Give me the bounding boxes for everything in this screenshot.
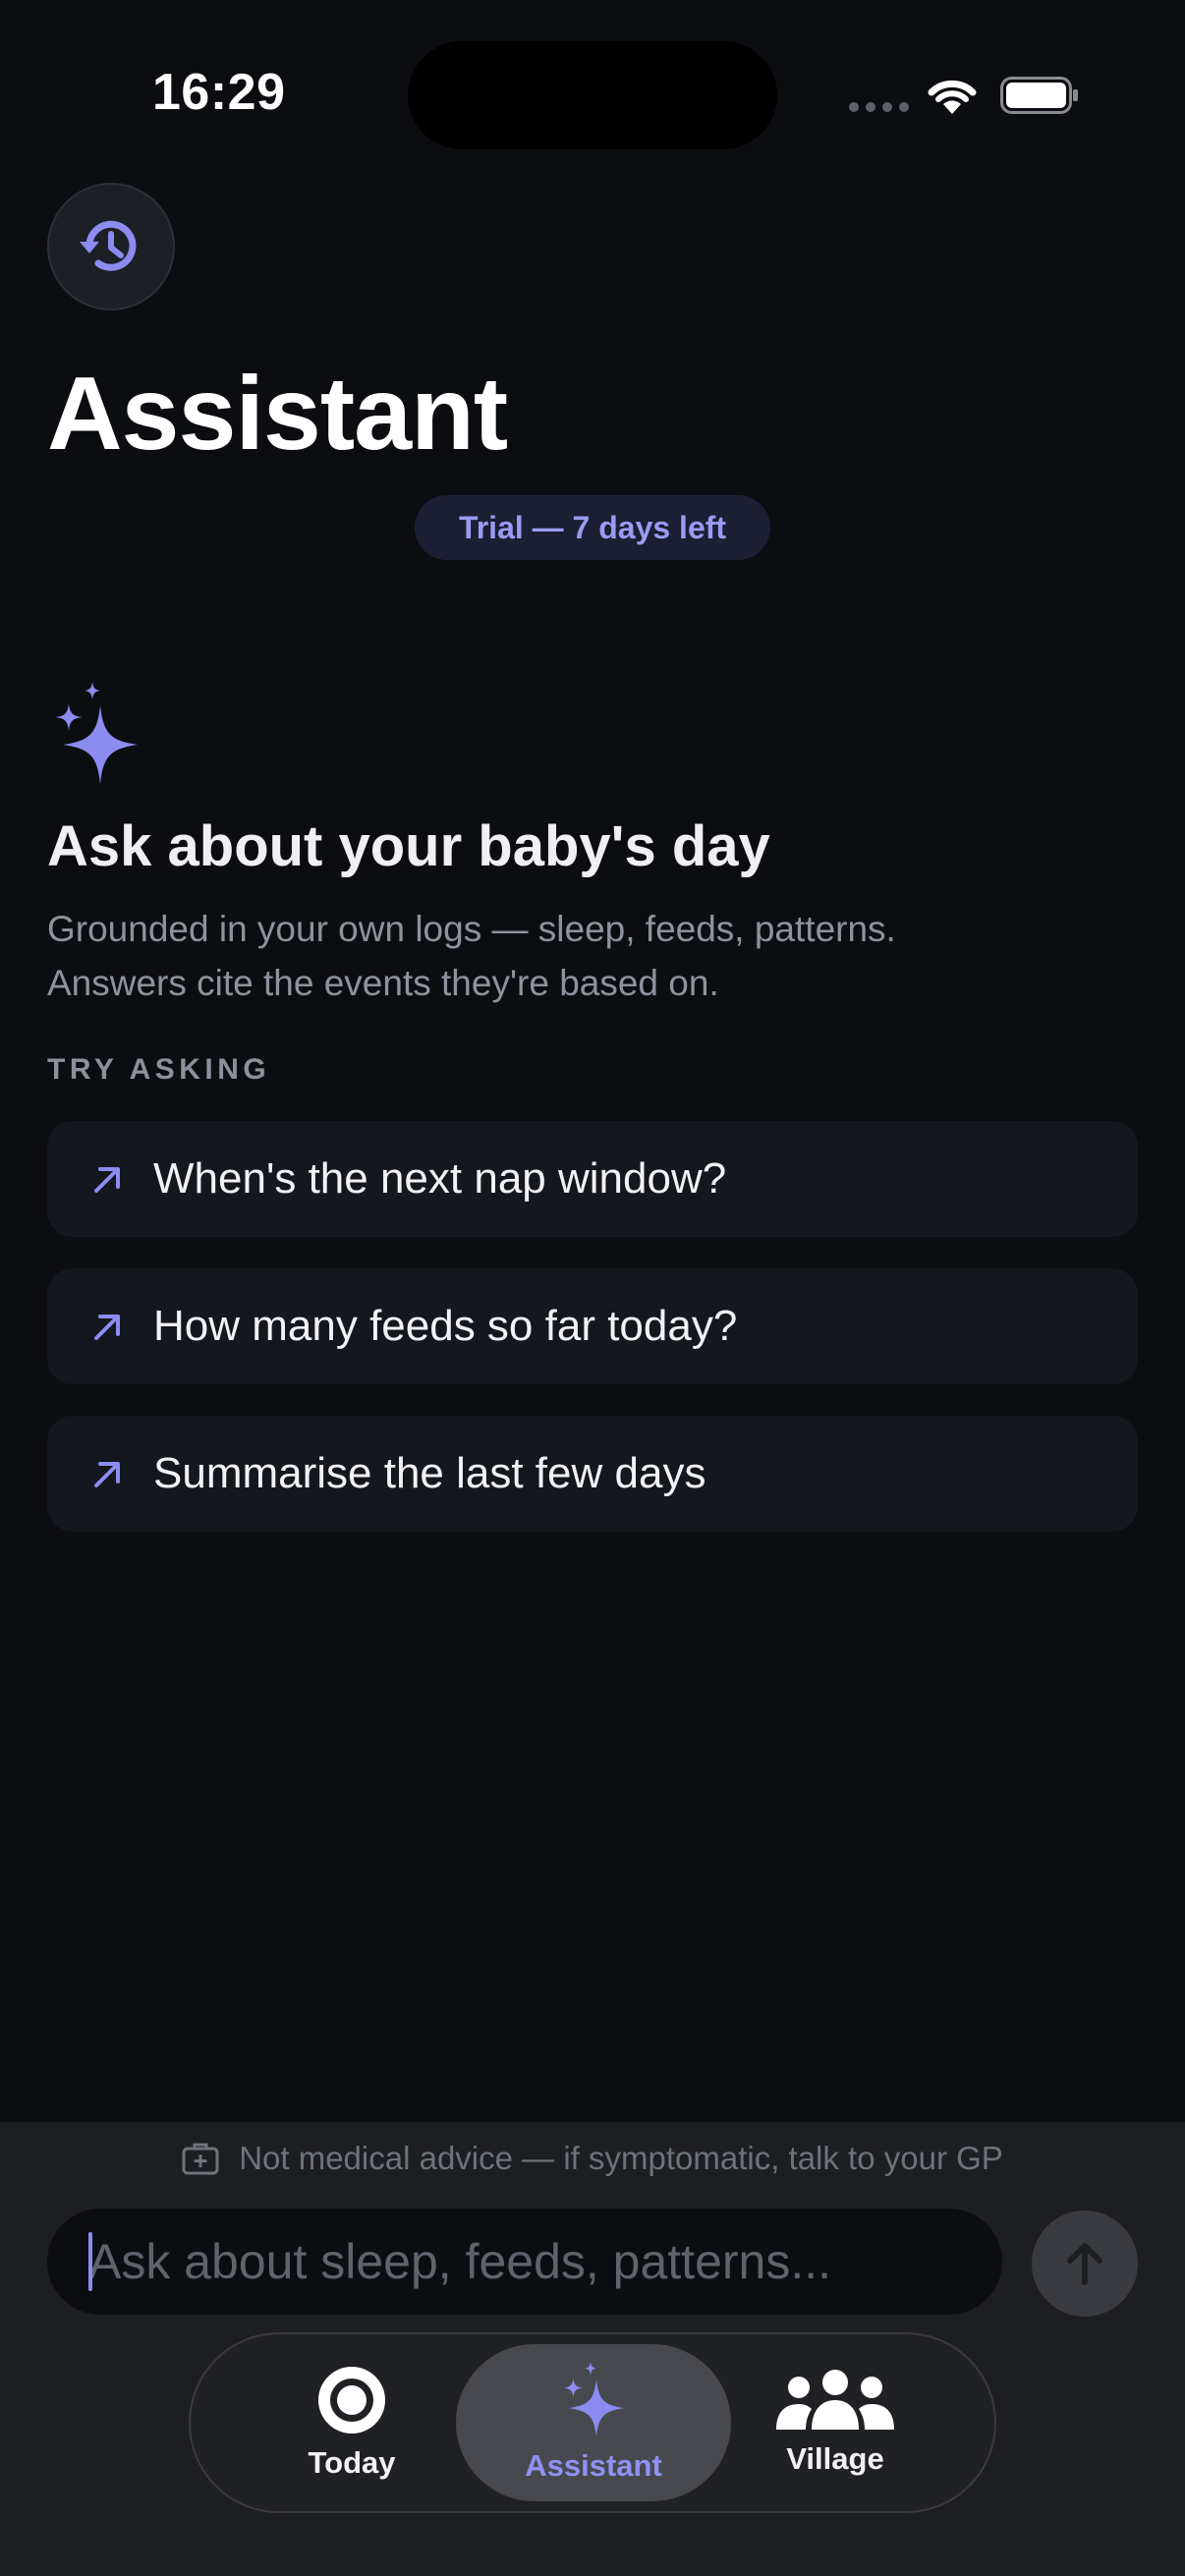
history-button[interactable] — [47, 183, 175, 310]
sparkles-icon — [55, 682, 138, 784]
text-cursor — [88, 2232, 92, 2291]
disclaimer-text: Not medical advice — if symptomatic, tal… — [239, 2140, 1003, 2176]
arrow-up-right-icon — [94, 1167, 120, 1193]
intro-description: Grounded in your own logs — sleep, feeds… — [47, 902, 1128, 1010]
tab-label: Village — [786, 2441, 884, 2476]
wifi-icon — [928, 80, 977, 114]
battery-icon — [1000, 77, 1078, 114]
tab-label: Today — [308, 2445, 396, 2480]
status-time: 16:29 — [152, 64, 286, 121]
arrow-up-right-icon — [94, 1315, 120, 1340]
tab-bar: Today Assistant Village — [189, 2332, 996, 2513]
circle-record-icon — [318, 2367, 385, 2434]
try-asking-label: TRY ASKING — [47, 1053, 271, 1086]
tab-today[interactable]: Today — [214, 2344, 489, 2501]
arrow-up-icon — [1067, 2243, 1102, 2285]
tab-village[interactable]: Village — [698, 2344, 973, 2501]
arrow-up-right-icon — [94, 1462, 120, 1487]
suggestion-label: When's the next nap window? — [153, 1154, 727, 1203]
suggestion-card[interactable]: How many feeds so far today? — [47, 1268, 1138, 1384]
tab-label: Assistant — [525, 2448, 662, 2483]
dynamic-island — [408, 41, 777, 149]
suggestion-card[interactable]: Summarise the last few days — [47, 1416, 1138, 1532]
intro-description-line: Answers cite the events they're based on… — [47, 963, 719, 1003]
page-title: Assistant — [47, 356, 508, 472]
tab-assistant[interactable]: Assistant — [456, 2344, 731, 2501]
medical-disclaimer: Not medical advice — if symptomatic, tal… — [0, 2140, 1185, 2177]
first-aid-kit-icon — [182, 2143, 219, 2175]
chat-input[interactable] — [47, 2209, 1002, 2315]
people-group-icon — [776, 2370, 894, 2430]
suggestion-label: Summarise the last few days — [153, 1449, 706, 1497]
suggestion-label: How many feeds so far today? — [153, 1302, 738, 1350]
send-button[interactable] — [1032, 2211, 1138, 2317]
intro-title: Ask about your baby's day — [47, 814, 770, 878]
cellular-signal-icon — [849, 102, 909, 112]
trial-badge[interactable]: Trial — 7 days left — [415, 495, 770, 560]
history-icon — [80, 220, 137, 271]
sparkles-icon — [563, 2362, 624, 2437]
intro-description-line: Grounded in your own logs — sleep, feeds… — [47, 909, 896, 949]
suggestion-card[interactable]: When's the next nap window? — [47, 1121, 1138, 1237]
